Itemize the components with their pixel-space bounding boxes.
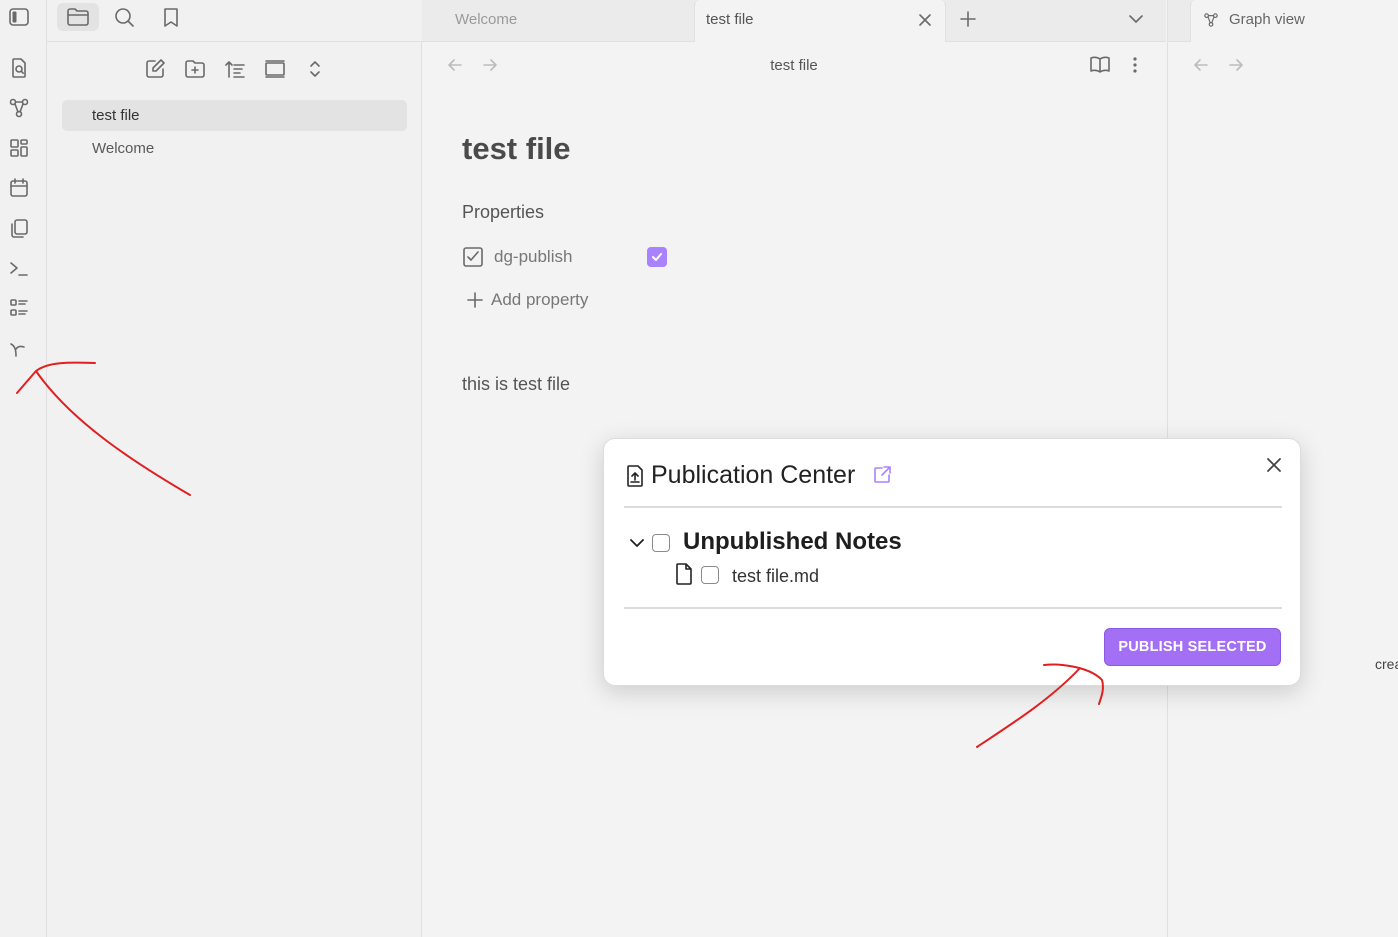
add-property-label: Add property	[491, 290, 589, 309]
close-icon[interactable]	[1262, 453, 1286, 477]
section-checkbox[interactable]	[652, 534, 670, 552]
terminal-icon[interactable]	[7, 256, 31, 280]
file-label: test file.md	[732, 566, 820, 586]
sort-icon[interactable]	[222, 56, 248, 82]
search-file-icon[interactable]	[7, 56, 31, 80]
list-icon[interactable]	[7, 296, 31, 320]
copy-icon[interactable]	[7, 216, 31, 240]
search-icon[interactable]	[103, 3, 145, 31]
property-name[interactable]: dg-publish	[494, 247, 572, 267]
new-note-icon[interactable]	[142, 56, 168, 82]
folder-icon[interactable]	[57, 3, 99, 31]
section-label: Unpublished Notes	[683, 528, 902, 555]
divider	[624, 506, 1282, 508]
tab-bar: Welcome test file	[422, 0, 1166, 42]
add-property-button[interactable]: Add property	[467, 290, 588, 310]
left-ribbon	[0, 0, 47, 937]
reading-view-icon[interactable]	[1089, 55, 1111, 75]
file-item-welcome[interactable]: Welcome	[62, 133, 407, 164]
plus-icon	[467, 292, 483, 308]
upload-file-icon	[626, 465, 644, 487]
property-value-checkbox[interactable]	[647, 247, 667, 267]
external-link-icon[interactable]	[872, 465, 892, 485]
collapse-icon[interactable]	[262, 56, 288, 82]
properties-heading[interactable]: Properties	[462, 202, 544, 223]
note-title[interactable]: test file	[462, 131, 571, 167]
back-arrow-icon[interactable]	[1192, 56, 1210, 74]
tab-label: test file	[706, 11, 754, 28]
tab-test-file[interactable]: test file	[694, 0, 946, 42]
new-folder-icon[interactable]	[182, 56, 208, 82]
close-tab-icon[interactable]	[917, 12, 933, 28]
more-options-icon[interactable]	[1132, 55, 1138, 75]
canvas-icon[interactable]	[7, 136, 31, 160]
divider	[624, 607, 1282, 609]
chevron-down-icon[interactable]	[1127, 10, 1145, 28]
file-explorer: test file Welcome	[47, 42, 422, 937]
publish-selected-button[interactable]: PUBLISH SELECTED	[1104, 628, 1281, 666]
property-row: dg-publish	[462, 244, 682, 272]
tab-graph-view[interactable]: Graph view	[1190, 0, 1398, 42]
sidebar-toggle-icon[interactable]	[7, 5, 31, 29]
file-item-test-file[interactable]: test file	[62, 100, 407, 131]
modal-title: Publication Center	[651, 461, 856, 489]
file-icon	[675, 563, 693, 585]
expand-icon[interactable]	[302, 56, 328, 82]
tab-label: Graph view	[1229, 11, 1305, 28]
graph-icon[interactable]	[7, 96, 31, 120]
publish-sprout-icon[interactable]	[7, 336, 31, 360]
publication-center-modal: Publication Center Unpublished Notes tes…	[603, 438, 1301, 686]
graph-icon	[1203, 12, 1219, 28]
view-header-title[interactable]: test file	[422, 57, 1166, 74]
checkbox-property-icon	[462, 246, 484, 268]
clipped-text: crea	[1375, 656, 1398, 672]
bookmark-icon[interactable]	[150, 3, 192, 31]
calendar-icon[interactable]	[7, 176, 31, 200]
tab-label: Welcome	[455, 11, 518, 28]
left-sidebar-header	[47, 0, 422, 42]
file-checkbox[interactable]	[701, 566, 719, 584]
tab-welcome[interactable]: Welcome	[422, 0, 694, 42]
chevron-down-icon[interactable]	[629, 535, 645, 551]
new-tab-icon[interactable]	[958, 9, 978, 29]
note-body[interactable]: this is test file	[462, 374, 570, 395]
right-tab-bar: Graph view	[1167, 0, 1398, 42]
forward-arrow-icon[interactable]	[1227, 56, 1245, 74]
